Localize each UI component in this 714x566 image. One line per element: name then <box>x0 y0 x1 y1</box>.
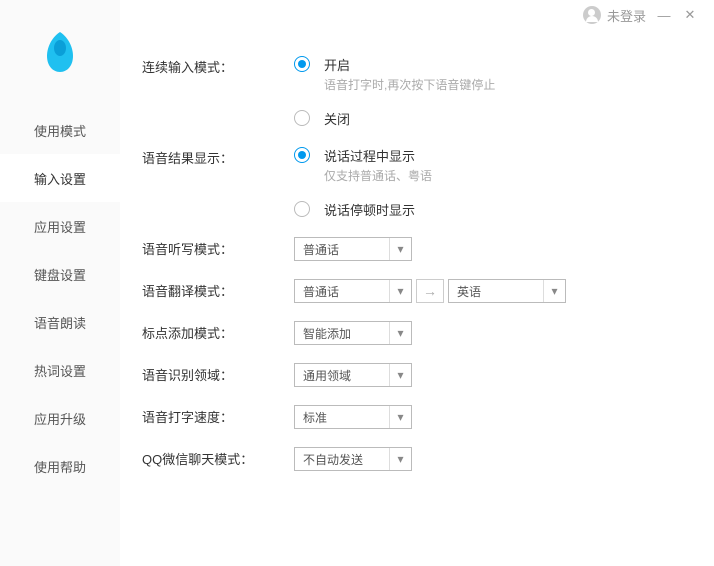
app-logo-icon <box>41 28 79 76</box>
option-label: 开启 <box>324 55 495 74</box>
close-button[interactable]: ✕ <box>682 7 698 23</box>
avatar-icon <box>583 6 601 24</box>
sidebar-item-app-settings[interactable]: 应用设置 <box>0 202 120 250</box>
sidebar-item-input-settings[interactable]: 输入设置 <box>0 154 120 202</box>
select-translate-from[interactable]: 普通话 ▾ <box>294 279 412 303</box>
sidebar-item-label: 热词设置 <box>34 361 86 380</box>
arrow-right-icon: → <box>416 279 444 303</box>
chevron-down-icon: ▾ <box>389 280 411 302</box>
chevron-down-icon: ▾ <box>389 238 411 260</box>
titlebar: 未登录 — ✕ <box>567 0 714 30</box>
select-value: 智能添加 <box>303 325 351 342</box>
option-sublabel: 仅支持普通话、粤语 <box>324 167 432 184</box>
setting-label-punctuation: 标点添加模式： <box>142 321 294 342</box>
chevron-down-icon: ▾ <box>389 364 411 386</box>
chevron-down-icon: ▾ <box>389 448 411 470</box>
sidebar: 使用模式 输入设置 应用设置 键盘设置 语音朗读 热词设置 应用升级 使用帮助 <box>0 0 120 566</box>
login-status: 未登录 <box>607 6 646 25</box>
sidebar-item-app-upgrade[interactable]: 应用升级 <box>0 394 120 442</box>
sidebar-item-usage-mode[interactable]: 使用模式 <box>0 106 120 154</box>
radio-icon <box>294 56 310 72</box>
option-display-pause[interactable]: 说话停顿时显示 <box>294 200 432 219</box>
sidebar-item-label: 应用设置 <box>34 217 86 236</box>
setting-label-continuous: 连续输入模式： <box>142 55 294 76</box>
option-continuous-on[interactable]: 开启 语音打字时,再次按下语音键停止 <box>294 55 495 93</box>
chevron-down-icon: ▾ <box>389 406 411 428</box>
select-speed[interactable]: 标准 ▾ <box>294 405 412 429</box>
setting-label-speed: 语音打字速度： <box>142 405 294 426</box>
user-login-area[interactable]: 未登录 <box>583 6 646 25</box>
option-continuous-off[interactable]: 关闭 <box>294 109 495 128</box>
sidebar-item-label: 使用帮助 <box>34 457 86 476</box>
option-display-during[interactable]: 说话过程中显示 仅支持普通话、粤语 <box>294 146 432 184</box>
radio-icon <box>294 201 310 217</box>
sidebar-item-label: 语音朗读 <box>34 313 86 332</box>
select-value: 标准 <box>303 409 327 426</box>
sidebar-item-tts[interactable]: 语音朗读 <box>0 298 120 346</box>
settings-panel: 连续输入模式： 开启 语音打字时,再次按下语音键停止 关闭 语 <box>120 0 714 566</box>
sidebar-item-keyboard-settings[interactable]: 键盘设置 <box>0 250 120 298</box>
sidebar-item-help[interactable]: 使用帮助 <box>0 442 120 490</box>
option-label: 关闭 <box>324 109 350 128</box>
chevron-down-icon: ▾ <box>389 322 411 344</box>
minimize-button[interactable]: — <box>656 8 672 23</box>
select-qq-wechat[interactable]: 不自动发送 ▾ <box>294 447 412 471</box>
sidebar-item-label: 键盘设置 <box>34 265 86 284</box>
select-punctuation[interactable]: 智能添加 ▾ <box>294 321 412 345</box>
select-domain[interactable]: 通用领域 ▾ <box>294 363 412 387</box>
setting-label-domain: 语音识别领域： <box>142 363 294 384</box>
select-value: 不自动发送 <box>303 451 363 468</box>
option-sublabel: 语音打字时,再次按下语音键停止 <box>324 76 495 93</box>
select-value: 通用领域 <box>303 367 351 384</box>
select-translate-to[interactable]: 英语 ▾ <box>448 279 566 303</box>
select-dictation-mode[interactable]: 普通话 ▾ <box>294 237 412 261</box>
sidebar-item-label: 使用模式 <box>34 121 86 140</box>
select-value: 普通话 <box>303 241 339 258</box>
setting-label-dictation: 语音听写模式： <box>142 237 294 258</box>
chevron-down-icon: ▾ <box>543 280 565 302</box>
setting-label-qq-wechat: QQ微信聊天模式： <box>142 447 294 468</box>
option-label: 说话停顿时显示 <box>324 200 415 219</box>
setting-label-result-display: 语音结果显示： <box>142 146 294 167</box>
radio-icon <box>294 110 310 126</box>
sidebar-item-label: 应用升级 <box>34 409 86 428</box>
sidebar-item-hotwords[interactable]: 热词设置 <box>0 346 120 394</box>
setting-label-translate: 语音翻译模式： <box>142 279 294 300</box>
option-label: 说话过程中显示 <box>324 146 432 165</box>
select-value: 英语 <box>457 283 481 300</box>
select-value: 普通话 <box>303 283 339 300</box>
radio-icon <box>294 147 310 163</box>
sidebar-item-label: 输入设置 <box>34 169 86 188</box>
